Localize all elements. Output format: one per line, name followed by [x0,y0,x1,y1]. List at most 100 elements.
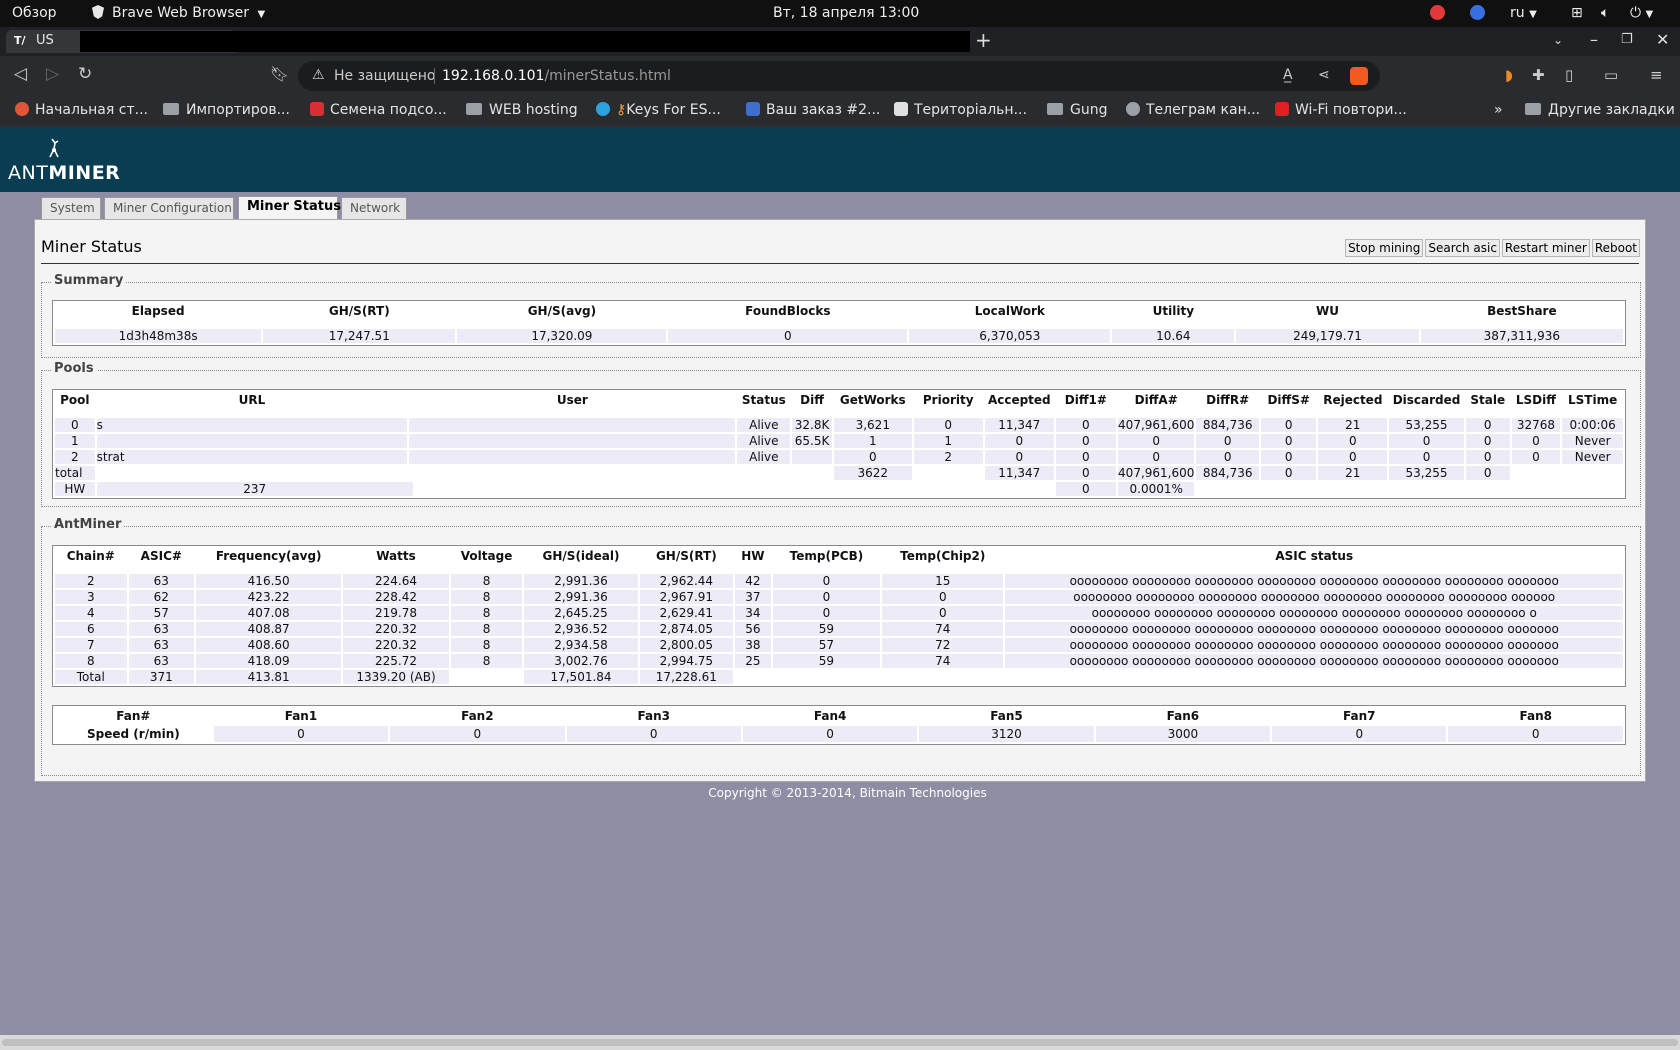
bookmark-item-telegram[interactable]: Телеграм кан... [1126,102,1260,118]
chain-cell: 34 [735,606,771,620]
pool-cell: 0 [1389,434,1464,448]
scrollbar-thumb[interactable] [2,1039,1678,1046]
table-row: 0 s Alive 32.8K 3,621 0 11,347 0 407,961,600 884,… [55,418,1623,432]
pool-cell: 0 [1389,450,1464,464]
pool-cell: Alive [737,434,791,448]
fans-header-row: Fan# Fan1 Fan2 Fan3 Fan4 Fan5 Fan6 Fan7 Fan8 [55,708,1623,724]
action-buttons: Stop mining Search asic Restart miner Reboo… [1343,239,1640,257]
extensions-icon[interactable]: ✚ [1532,66,1545,84]
bookmarks-overflow-icon[interactable]: » [1494,102,1503,118]
bookmark-item-start[interactable]: Начальная ст... [15,102,148,118]
chain-header: ASIC status [1275,549,1354,563]
share-icon[interactable]: ⋖ [1318,67,1330,83]
clock[interactable]: Вт, 18 апреля 13:00 [773,5,919,21]
network-icon[interactable]: ⊞ [1571,5,1583,21]
superman-icon [746,102,760,116]
bookmark-icon[interactable]: 🔖︎ [270,65,289,83]
tab-system[interactable]: System [41,197,101,219]
bookmark-item-other[interactable]: Другие закладки [1525,102,1675,118]
restart-miner-button[interactable]: Restart miner [1501,239,1590,257]
bookmark-item-territorial[interactable]: Територіальн... [894,102,1027,118]
summary-cell: 6,370,053 [909,329,1111,343]
reboot-button[interactable]: Reboot [1591,239,1640,257]
pool-cell: 65.5K [792,434,832,448]
summary-legend: Summary [51,273,127,288]
restore-icon[interactable]: ❐ [1621,32,1633,47]
chain-cell: 2 [55,574,127,588]
back-icon[interactable]: ◁ [14,64,27,84]
tab-miner-configuration[interactable]: Miner Configuration [104,197,234,219]
volume-icon[interactable]: 🔈︎ [1601,5,1609,21]
forward-icon[interactable]: ▷ [46,64,59,84]
pools-total-row: total 3622 11,347 0 407,961,600 884,736 0 21 53,… [55,466,1623,480]
tray-app-icon[interactable] [1430,5,1445,21]
pool-header: GetWorks [839,393,906,407]
chain-cell: 2,994.75 [639,654,734,668]
power-icon[interactable]: ⏻ ▼ [1630,5,1653,21]
sidebar-icon[interactable]: ▯ [1565,66,1573,84]
reload-icon[interactable]: ↻ [78,64,92,84]
pool-cell [409,450,736,464]
pool-cell: 0 [1511,434,1561,448]
new-tab-icon[interactable]: + [975,28,992,52]
summary-header: GH/S(avg) [527,304,597,318]
tab-network[interactable]: Network [341,197,407,219]
translate-icon[interactable]: A̲ [1283,67,1293,83]
chain-cell: 63 [128,574,195,588]
bookmark-item-seeds[interactable]: Семена подсо... [310,102,447,118]
site-header: ANTMINER [0,127,1680,192]
pool-total-cell [409,466,735,480]
chains-header-row: Chain# ASIC# Frequency(avg) Watts Voltage GH/… [55,548,1623,564]
close-window-icon[interactable]: ✕ [1656,30,1669,49]
chains-total-row: Total 371 413.81 1339.20 (AB) 17,501.84 17,22… [55,670,1623,684]
tab-miner-status[interactable]: Miner Status [238,196,341,219]
url-text[interactable]: 192.168.0.101/minerStatus.html [442,68,671,84]
redacted-tabs [80,31,970,52]
pool-total-cell: 0 [1055,466,1117,480]
chain-cell: 63 [128,622,195,636]
pool-cell [409,418,736,432]
security-status[interactable]: Не защищено [334,68,435,84]
pool-cell: 3,621 [833,418,912,432]
bookmark-item-gung[interactable]: Gung [1047,102,1107,118]
copyright-footer: Copyright © 2013-2014, Bitmain Technolog… [708,786,987,800]
pool-header: User [556,393,588,407]
stop-mining-button[interactable]: Stop mining [1345,239,1424,257]
pool-total-cell: 407,961,600 [1118,466,1195,480]
tab-search-chevron-icon[interactable]: ⌄ [1553,33,1563,47]
chain-cell: 2,936.52 [524,622,638,636]
pool-header: Status [741,393,786,407]
chain-total-cell [451,670,523,684]
bookmark-item-order[interactable]: Ваш заказ #2... [746,102,880,118]
summary-cell: 17,247.51 [263,329,456,343]
fan-speed-cell: 3000 [1095,726,1271,742]
app-menu[interactable]: Brave Web Browser ▼ [92,5,265,21]
pool-cell: 11,347 [984,418,1054,432]
wallet-icon[interactable]: ▭ [1604,66,1618,84]
bookmark-item-keys[interactable]: ⚷Keys For ES... [596,102,721,118]
pool-cell: 407,961,600 [1118,418,1195,432]
fan-header: Fan1 [284,709,318,723]
bookmark-item-imported[interactable]: Импортиров... [163,102,290,118]
chain-cell: 8 [450,574,523,588]
rewards-icon[interactable]: ◗ [1505,66,1513,84]
chain-cell: 56 [735,622,771,636]
address-bar[interactable]: ⚠ Не защищено 192.168.0.101/minerStatus.… [298,61,1380,91]
chain-cell: 62 [128,590,195,604]
brave-shields-icon[interactable] [1350,67,1368,85]
brave-icon [15,102,29,116]
search-asic-button[interactable]: Search asic [1425,239,1500,257]
menu-icon[interactable]: ≡ [1650,66,1663,84]
language-indicator[interactable]: ru ▼ [1510,5,1537,21]
summary-cell: 387,311,936 [1420,329,1623,343]
bookmark-item-web-hosting[interactable]: WEB hosting [466,102,578,118]
activities-button[interactable]: Обзор [12,5,57,21]
chain-cell: 63 [128,638,195,652]
bookmark-item-wifi[interactable]: Wi-Fi повтори... [1275,102,1407,118]
horizontal-scrollbar[interactable] [0,1035,1680,1050]
pool-total-cell [1512,466,1561,480]
minimize-icon[interactable]: – [1590,30,1598,49]
pool-total-cell [737,466,790,480]
tray-vpn-icon[interactable] [1470,5,1485,21]
asic-status-cell: oooooooo oooooooo oooooooo oooooooo oooo… [1005,638,1623,652]
